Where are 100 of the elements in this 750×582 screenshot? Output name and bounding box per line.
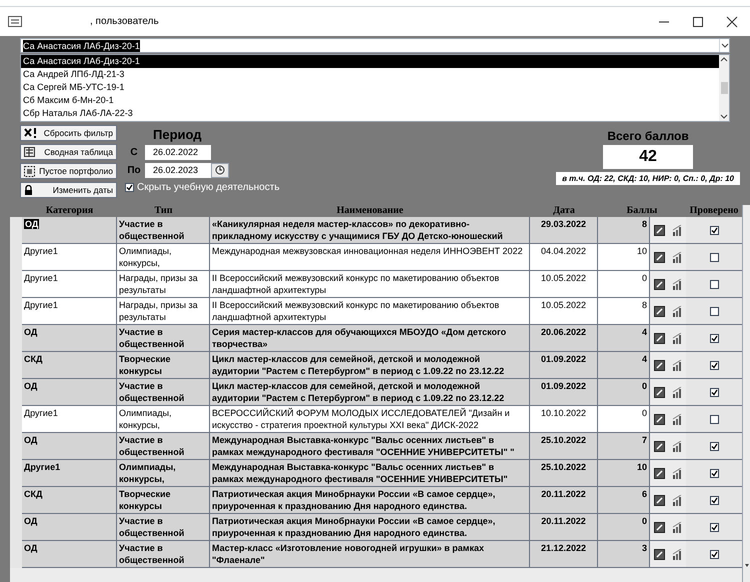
chart-icon <box>672 224 682 236</box>
edit-button[interactable] <box>650 406 668 432</box>
to-label: По <box>126 164 142 178</box>
table-cell: 4 <box>598 352 650 378</box>
edit-button[interactable] <box>650 514 668 540</box>
table-cell: Творческие конкурсы <box>117 487 210 513</box>
chart-icon <box>672 278 682 290</box>
report-button[interactable] <box>668 271 686 297</box>
verified-checkbox[interactable] <box>710 252 718 262</box>
report-button[interactable] <box>668 514 686 540</box>
edit-button[interactable] <box>650 541 668 567</box>
scroll-up-icon[interactable] <box>720 55 728 63</box>
column-header: Проверено <box>688 205 740 217</box>
table-cell: Цикл мастер-классов для семейной, детской и молодежной аудитории "Растем с Петербургом" в период с 1.09.22 по 23.12.22 <box>210 352 530 378</box>
clock-icon <box>215 165 225 175</box>
verified-checkbox[interactable] <box>710 306 718 316</box>
table-cell: Участие в общественной <box>117 379 210 405</box>
maximize-icon[interactable] <box>692 16 704 28</box>
report-button[interactable] <box>668 460 686 486</box>
edit-button[interactable] <box>650 298 668 324</box>
edit-button[interactable] <box>650 244 668 270</box>
toolbar-button[interactable]: Изменить даты <box>20 182 117 198</box>
table-cell: 0 <box>598 271 650 297</box>
edit-button[interactable] <box>650 487 668 513</box>
report-button[interactable] <box>668 325 686 351</box>
report-button[interactable] <box>668 487 686 513</box>
edit-button[interactable] <box>650 460 668 486</box>
chart-icon <box>672 414 682 424</box>
table-cell: 10.10.2022 <box>530 406 598 432</box>
table-cell: ОД <box>22 514 117 540</box>
close-icon[interactable] <box>726 16 738 28</box>
hide-study-checkbox[interactable] <box>125 182 134 192</box>
scroll-thumb[interactable] <box>720 82 728 94</box>
table-cell: 25.10.2022 <box>530 433 598 459</box>
edit-button[interactable] <box>650 352 668 378</box>
column-header: Наименование <box>336 205 404 217</box>
verified-checkbox[interactable] <box>710 442 718 450</box>
table-cell: 04.04.2022 <box>530 244 598 270</box>
table-icon <box>24 147 35 157</box>
report-button[interactable] <box>668 298 686 324</box>
edit-icon <box>654 548 664 560</box>
table-scrollbar[interactable] <box>742 205 750 582</box>
column-header: Баллы <box>626 205 658 217</box>
points-breakdown: в т.ч. ОД: 22, СКД: 10, НИР: 0, Сп.: 0, Др: 10 <box>556 172 740 185</box>
edit-button[interactable] <box>650 217 668 243</box>
table-cell: 0 <box>598 406 650 432</box>
hide-study-label: Скрыть учебную деятельность <box>137 180 280 194</box>
grid-icon <box>24 166 35 176</box>
report-button[interactable] <box>668 352 686 378</box>
toolbar-button[interactable]: Пустое портфолио <box>20 163 117 179</box>
verified-checkbox[interactable] <box>710 468 718 478</box>
table-cell: Патриотическая акция Минобрнауки России «В самое сердце», приуроченная к празднованию Дня народного единства. <box>210 514 530 540</box>
verified-checkbox[interactable] <box>710 334 718 342</box>
report-button[interactable] <box>668 379 686 405</box>
table-cell: СКД <box>22 487 117 513</box>
table-cell: СКД <box>22 352 117 378</box>
verified-checkbox[interactable] <box>710 496 718 504</box>
report-button[interactable] <box>668 406 686 432</box>
student-list-item[interactable]: Са Анастасия ЛАб-Диз-20-1 <box>21 55 719 68</box>
verified-checkbox[interactable] <box>710 388 718 396</box>
edit-icon <box>654 332 664 344</box>
scroll-down-icon[interactable] <box>744 562 750 568</box>
date-from-field[interactable]: 26.02.2022 <box>145 144 211 160</box>
toolbar-button[interactable]: Сбросить фильтр <box>20 125 117 141</box>
table-cell: Награды, призы за результаты <box>117 271 210 297</box>
table-cell: Серия мастер-классов для обучающихся МБОУДО «Дом детского творчества» <box>210 325 530 351</box>
report-button[interactable] <box>668 541 686 567</box>
table-cell: Другие1 <box>22 406 117 432</box>
verified-checkbox[interactable] <box>710 226 718 234</box>
window-title: , пользователь <box>90 15 159 29</box>
verified-checkbox[interactable] <box>710 280 718 288</box>
student-combo[interactable]: Са Анастасия ЛАб-Диз-20-1 <box>20 38 730 53</box>
table-cell: ОД <box>22 217 117 243</box>
date-to-field[interactable]: 26.02.2023 <box>145 162 211 178</box>
scroll-down-icon[interactable] <box>720 113 728 121</box>
report-button[interactable] <box>668 244 686 270</box>
report-button[interactable] <box>668 217 686 243</box>
table-cell: Международная Выставка-конкурс "Вальс осенних листьев" в рамках международного фестиваля "ОСЕННИЕ УНИВЕРСИТЕТЫ" <box>210 460 530 486</box>
report-button[interactable] <box>668 433 686 459</box>
edit-button[interactable] <box>650 379 668 405</box>
verified-checkbox[interactable] <box>710 550 718 558</box>
verified-checkbox[interactable] <box>710 522 718 532</box>
dropdown-arrow-icon[interactable] <box>719 39 729 52</box>
edit-button[interactable] <box>650 325 668 351</box>
table-cell: 20.11.2022 <box>530 514 598 540</box>
calendar-button[interactable] <box>211 162 229 178</box>
table-cell: 4 <box>598 325 650 351</box>
edit-icon <box>654 306 664 316</box>
scrollbar[interactable] <box>719 55 729 121</box>
table-cell: Участие в общественной <box>117 325 210 351</box>
edit-icon <box>654 414 664 424</box>
verified-checkbox[interactable] <box>710 414 718 424</box>
chart-icon <box>672 306 682 316</box>
edit-button[interactable] <box>650 271 668 297</box>
table-cell: Другие1 <box>22 298 117 324</box>
toolbar-button[interactable]: Сводная таблица <box>20 144 117 160</box>
edit-button[interactable] <box>650 433 668 459</box>
chart-icon <box>672 494 682 506</box>
table-cell: Участие в общественной <box>117 541 210 567</box>
verified-checkbox[interactable] <box>710 360 718 370</box>
